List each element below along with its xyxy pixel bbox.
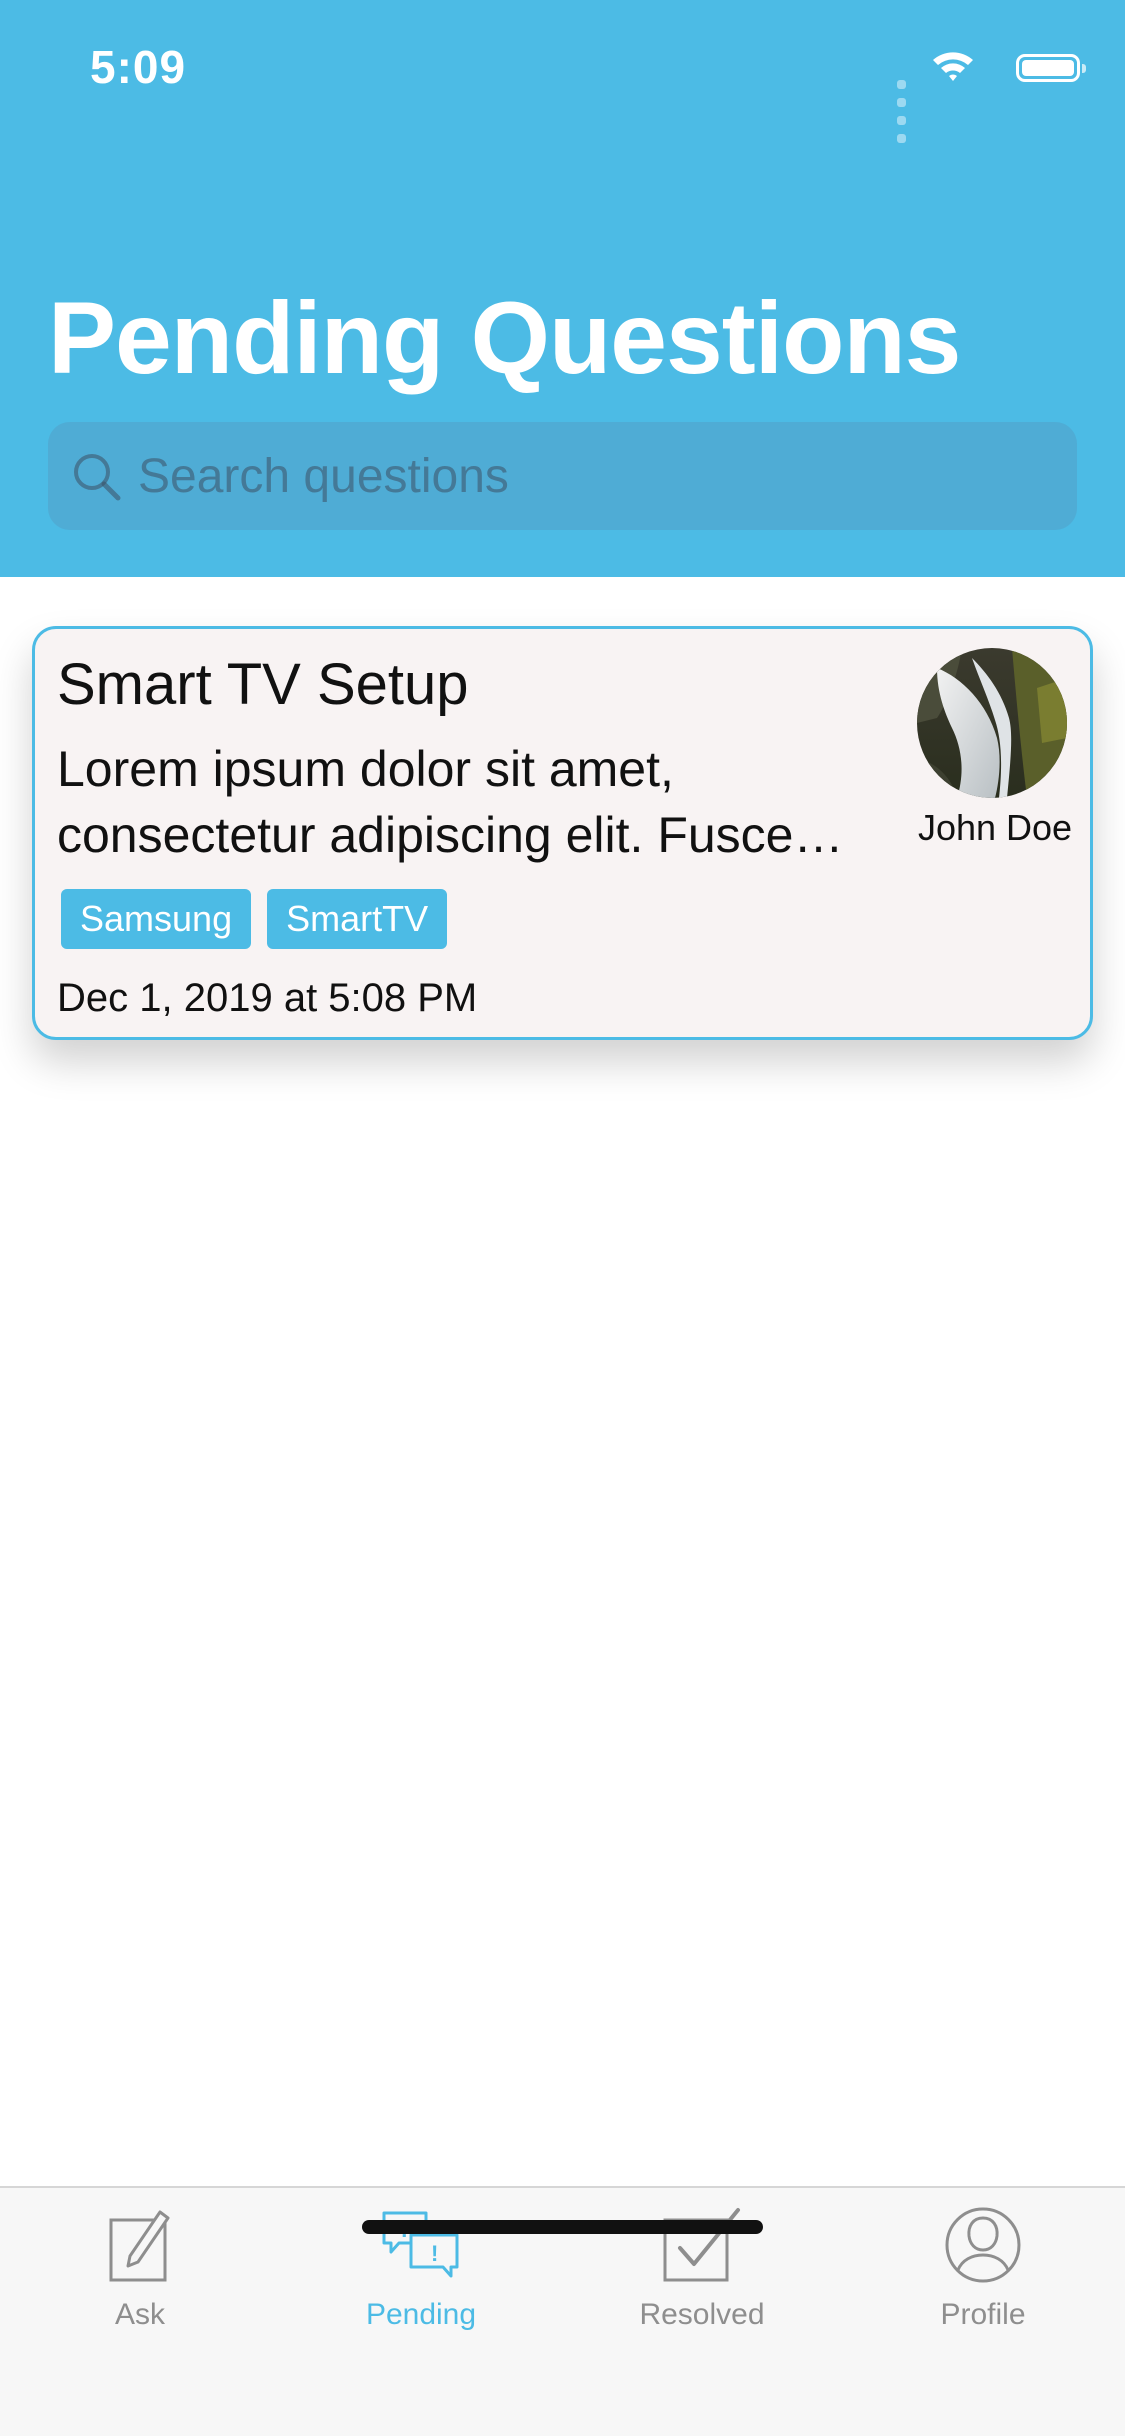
tab-label: Profile: [940, 2298, 1026, 2331]
user-circle-icon: [883, 2204, 1083, 2284]
wifi-icon: [931, 48, 975, 89]
check-square-icon: [602, 2204, 802, 2284]
question-date: Dec 1, 2019 at 5:08 PM: [57, 976, 478, 1020]
signal-icon: [897, 76, 910, 148]
tag-list: Samsung SmartTV: [61, 889, 463, 949]
chat-bubbles-icon: ? !: [321, 2204, 521, 2284]
author-name: John Doe: [917, 807, 1073, 848]
question-card[interactable]: Smart TV Setup Lorem ipsum dolor sit ame…: [32, 626, 1093, 1040]
avatar: [917, 648, 1067, 798]
home-indicator: [362, 2220, 763, 2234]
tag[interactable]: SmartTV: [267, 889, 448, 949]
question-body: Lorem ipsum dolor sit amet, consectetur …: [57, 741, 844, 863]
header: 5:09 Pending Questions: [0, 0, 1125, 577]
tab-label: Ask: [114, 2298, 165, 2331]
page-title: Pending Questions: [48, 281, 961, 395]
battery-icon: [1016, 54, 1086, 82]
tab-label: Pending: [365, 2298, 477, 2331]
search-input[interactable]: [138, 422, 1038, 530]
question-title: Smart TV Setup: [57, 652, 469, 717]
tab-profile[interactable]: Profile: [883, 2204, 1083, 2344]
svg-text:!: !: [431, 2241, 438, 2266]
tab-ask[interactable]: Ask: [40, 2204, 240, 2344]
pencil-square-icon: [40, 2204, 240, 2284]
status-time: 5:09: [90, 41, 187, 93]
search-icon: [70, 450, 124, 509]
tag[interactable]: Samsung: [61, 889, 252, 949]
tab-label: Resolved: [639, 2298, 765, 2331]
search-bar[interactable]: [48, 422, 1077, 530]
